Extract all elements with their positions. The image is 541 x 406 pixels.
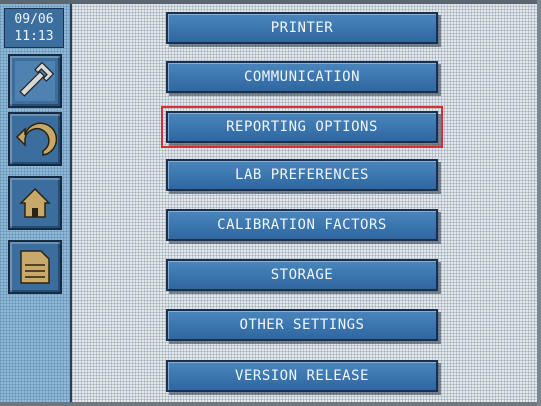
menu-storage-button[interactable]: STORAGE <box>166 259 438 291</box>
sidebar: 09/06 11:13 <box>0 0 72 406</box>
menu-calibration-factors-button[interactable]: CALIBRATION FACTORS <box>166 209 438 241</box>
clock-display: 09/06 11:13 <box>4 8 64 48</box>
menu-reporting-options-button[interactable]: REPORTING OPTIONS <box>161 106 443 148</box>
bezel-top <box>0 0 541 4</box>
menu-printer-button[interactable]: PRINTER <box>166 12 438 44</box>
report-button[interactable] <box>8 240 62 294</box>
bezel-bottom <box>0 402 541 406</box>
device-screen: 09/06 11:13 PRINTER COMMUNICATION REPORT… <box>0 0 541 406</box>
bezel-right <box>537 0 541 406</box>
tools-button[interactable] <box>8 54 62 108</box>
home-button[interactable] <box>8 176 62 230</box>
back-arrow-icon <box>15 122 57 156</box>
menu-other-settings-button[interactable]: OTHER SETTINGS <box>166 309 438 341</box>
menu-lab-preferences-button[interactable]: LAB PREFERENCES <box>166 159 438 191</box>
back-button[interactable] <box>8 112 62 166</box>
clock-date: 09/06 <box>14 12 54 27</box>
wrench-icon <box>15 61 55 101</box>
menu-communication-button[interactable]: COMMUNICATION <box>166 61 438 93</box>
clock-time: 11:13 <box>14 29 54 44</box>
menu-version-release-button[interactable]: VERSION RELEASE <box>166 360 438 392</box>
home-icon <box>19 187 51 218</box>
document-icon <box>20 250 50 284</box>
